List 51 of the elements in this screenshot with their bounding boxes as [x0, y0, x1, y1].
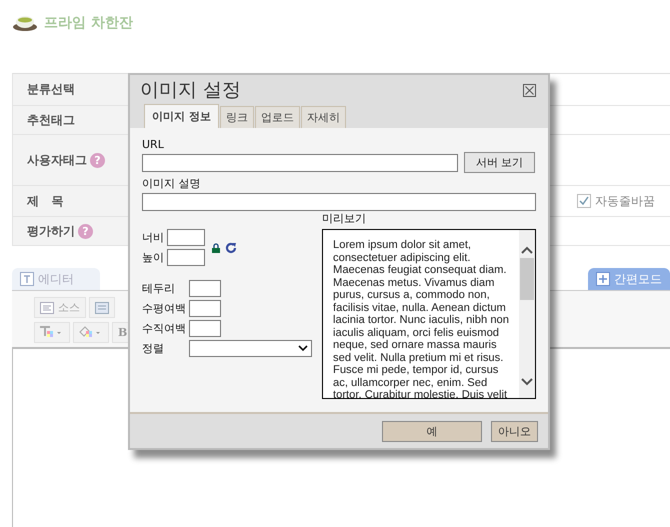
- browse-server-button[interactable]: 서버 보기: [464, 152, 535, 173]
- text-color-icon: [40, 326, 64, 340]
- input-field[interactable]: [189, 300, 221, 317]
- description-label: 이미지 설명: [142, 177, 202, 191]
- field-label: 평가하기: [27, 222, 75, 240]
- site-title: 프라임 차한잔: [44, 14, 133, 32]
- field-label: 높이: [142, 250, 165, 264]
- scroll-down-icon[interactable]: [521, 378, 533, 386]
- checkbox[interactable]: [577, 194, 591, 208]
- align-dropdown[interactable]: [189, 340, 312, 357]
- scroll-thumb[interactable]: [520, 258, 534, 300]
- document-icon: [40, 302, 54, 314]
- preview-label: 미리보기: [322, 212, 367, 226]
- field-label: 추천태그: [27, 112, 75, 128]
- close-icon[interactable]: [523, 84, 536, 96]
- field-label: 분류선택: [27, 81, 75, 98]
- plus-icon: [596, 272, 610, 286]
- url-field[interactable]: [142, 154, 458, 172]
- ok-button[interactable]: 예: [382, 420, 482, 442]
- field-label: 정렬: [142, 342, 165, 356]
- field-label: 사용자태그: [27, 152, 87, 168]
- layout-icon: [95, 302, 109, 314]
- field-label: 테두리: [142, 282, 176, 296]
- cancel-button[interactable]: 아니오: [491, 420, 538, 442]
- lock-icon[interactable]: [212, 242, 220, 252]
- preview-text: Lorem ipsum dolor sit amet, consectetuer adipiscing elit. Maecenas feugiat consequat diam. Maecenas metus. Vivamus diam purus, cursus a, commodo non, facilisis vitae, nulla. Aenean dictum lacinia tortor. Nunc iaculis, nibh non iaculis aliquam, orci felis euismod neque, sed ornare massa mauris sed velit. Nulla pretium mi et risus. Fusce mi pede, tempor id, cursus ac, ullamcorper nec, enim. Sed tortor. Curabitur molestie. Duis velit: [332, 238, 510, 398]
- teacup-icon: [12, 14, 38, 32]
- scrollbar[interactable]: [519, 230, 535, 398]
- checkbox-label: 자동줄바꿈: [595, 192, 655, 210]
- dialog-title: 이미지 설정: [140, 78, 242, 103]
- dialog-tab[interactable]: 이미지 정보: [144, 104, 219, 128]
- highlight-color-button[interactable]: [73, 322, 109, 343]
- dialog-tab[interactable]: 업로드: [254, 106, 300, 128]
- chevron-down-icon: [298, 345, 308, 352]
- dialog-tab[interactable]: 링크: [220, 106, 254, 128]
- text-icon: [20, 272, 34, 286]
- description-field[interactable]: [142, 193, 536, 211]
- refresh-icon[interactable]: [225, 242, 237, 254]
- scroll-up-icon[interactable]: [521, 246, 533, 254]
- field-label: 수평여백: [142, 302, 187, 316]
- input-field[interactable]: [167, 229, 205, 246]
- input-field[interactable]: [189, 320, 221, 337]
- text-color-button[interactable]: [34, 322, 70, 343]
- field-label: 제 목: [27, 192, 64, 210]
- url-label: URL: [142, 138, 165, 152]
- input-field[interactable]: [167, 249, 205, 266]
- field-label: 너비: [142, 230, 165, 244]
- paint-bucket-icon: [79, 326, 103, 340]
- field-label: 수직여백: [142, 322, 187, 336]
- input-field[interactable]: [189, 280, 221, 297]
- dialog-tab[interactable]: 자세히: [300, 106, 346, 128]
